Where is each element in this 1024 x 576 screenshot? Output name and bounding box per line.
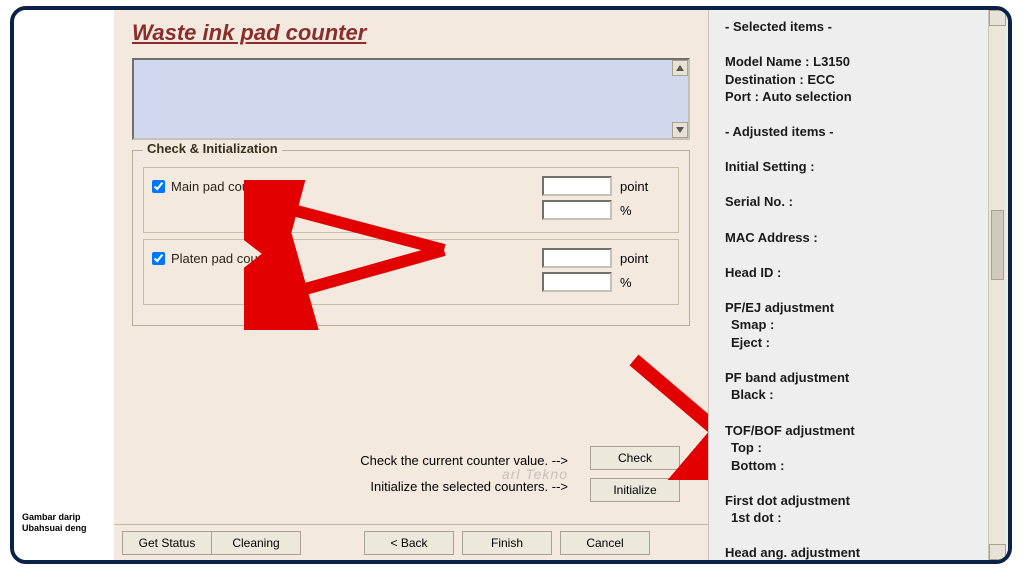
left-clipped-area: Gambar darip Ubahsuai deng	[14, 10, 114, 560]
platen-pad-label: Platen pad counter	[171, 251, 280, 266]
display-scroll-down[interactable]	[672, 122, 688, 138]
main-pad-point-input[interactable]	[542, 176, 612, 196]
pfej-adjustment: PF/EJ adjustment	[725, 299, 992, 317]
initialize-button[interactable]: Initialize	[590, 478, 680, 502]
unit-percent: %	[620, 203, 670, 218]
app-frame: Gambar darip Ubahsuai deng Waste ink pad…	[10, 6, 1012, 564]
unit-point: point	[620, 179, 670, 194]
side-scrollbar[interactable]	[988, 10, 1006, 560]
scroll-thumb[interactable]	[991, 210, 1004, 280]
main-pad-checkbox[interactable]	[152, 180, 165, 193]
pf-band-adjustment: PF band adjustment	[725, 369, 992, 387]
output-display	[132, 58, 690, 140]
main-pad-label: Main pad counter	[171, 179, 271, 194]
selected-items-header: - Selected items -	[725, 18, 992, 36]
check-hint: Check the current counter value. -->	[360, 448, 568, 474]
head-id: Head ID :	[725, 264, 992, 282]
destination-value: ECC	[807, 72, 834, 87]
port-label: Port :	[725, 89, 759, 104]
back-button[interactable]: < Back	[364, 531, 454, 555]
serial-no: Serial No. :	[725, 193, 992, 211]
platen-pad-checkbox[interactable]	[152, 252, 165, 265]
display-scroll-up[interactable]	[672, 60, 688, 76]
mac-address: MAC Address :	[725, 229, 992, 247]
platen-pad-block: Platen pad counter point %	[143, 239, 679, 305]
platen-pad-percent-input[interactable]	[542, 272, 612, 292]
unit-point: point	[620, 251, 670, 266]
hint-text: Check the current counter value. --> Ini…	[360, 448, 568, 500]
check-button[interactable]: Check	[590, 446, 680, 470]
platen-pad-point-input[interactable]	[542, 248, 612, 268]
page-title: Waste ink pad counter	[114, 10, 708, 50]
first-dot-adjustment: First dot adjustment	[725, 492, 992, 510]
initial-setting: Initial Setting :	[725, 158, 992, 176]
top: Top :	[731, 439, 992, 457]
scroll-down-icon[interactable]	[989, 544, 1006, 560]
eject: Eject :	[731, 334, 992, 352]
port-value: Auto selection	[762, 89, 852, 104]
side-panel: - Selected items - Model Name : L3150 De…	[708, 10, 1008, 560]
destination-label: Destination :	[725, 72, 804, 87]
first-dot-1: 1st dot :	[731, 509, 992, 527]
main-pad-percent-input[interactable]	[542, 200, 612, 220]
head-ang-adjustment: Head ang. adjustment	[725, 544, 992, 560]
scroll-up-icon[interactable]	[989, 10, 1006, 26]
group-legend: Check & Initialization	[143, 141, 282, 156]
main-pad-block: Main pad counter point %	[143, 167, 679, 233]
bottom-toolbar: Get Status Cleaning < Back Finish Cancel	[114, 524, 708, 560]
caption-line: Gambar darip	[22, 512, 87, 523]
init-hint: Initialize the selected counters. -->	[360, 474, 568, 500]
cancel-button[interactable]: Cancel	[560, 531, 650, 555]
model-value: L3150	[813, 54, 850, 69]
adjusted-items-header: - Adjusted items -	[725, 123, 992, 141]
tof-bof-adjustment: TOF/BOF adjustment	[725, 422, 992, 440]
bottom: Bottom :	[731, 457, 992, 475]
finish-button[interactable]: Finish	[462, 531, 552, 555]
main-panel: Waste ink pad counter Check & Initializa…	[114, 10, 708, 560]
unit-percent: %	[620, 275, 670, 290]
cleaning-button[interactable]: Cleaning	[211, 531, 301, 555]
check-init-group: Check & Initialization Main pad counter …	[132, 150, 690, 326]
black: Black :	[731, 386, 992, 404]
get-status-button[interactable]: Get Status	[122, 531, 212, 555]
model-label: Model Name :	[725, 54, 810, 69]
caption-line: Ubahsuai deng	[22, 523, 87, 534]
smap: Smap :	[731, 316, 992, 334]
